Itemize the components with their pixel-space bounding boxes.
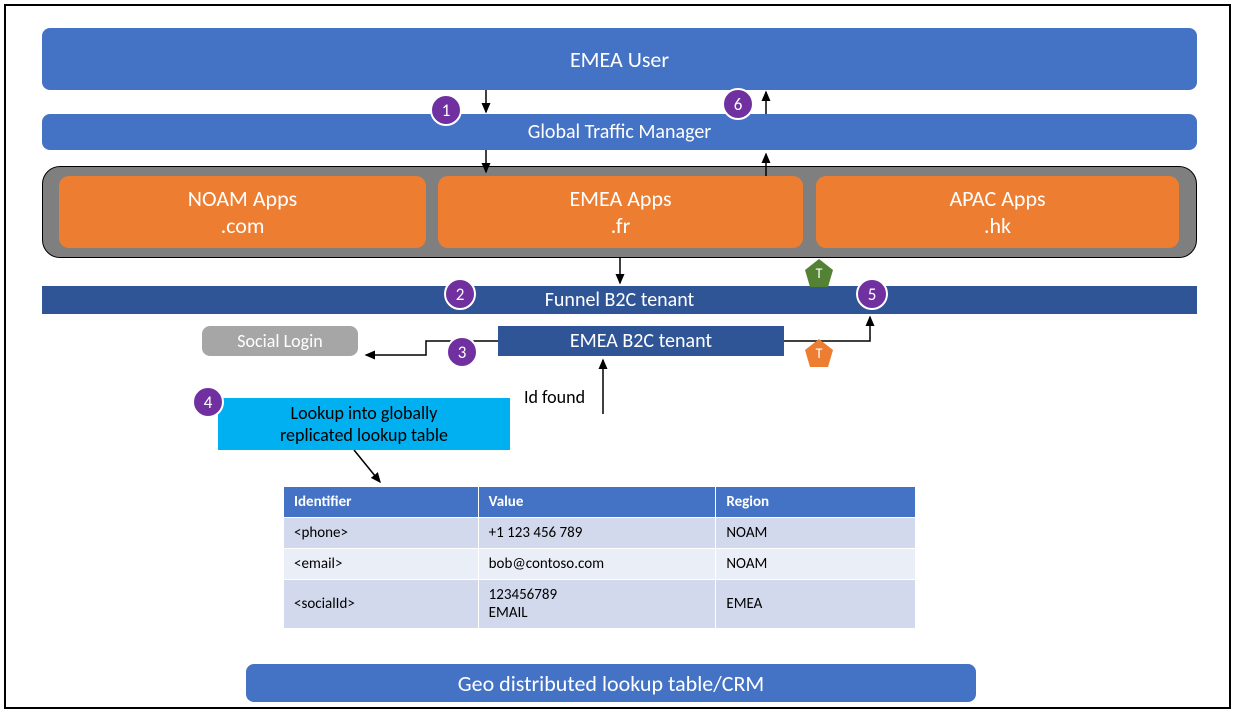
lookup-box-l2: replicated lookup table xyxy=(280,424,448,446)
th-value: Value xyxy=(478,487,716,518)
token-pentagon-orange: T xyxy=(804,338,834,368)
social-login-label: Social Login xyxy=(237,330,322,352)
token-pentagon-green: T xyxy=(804,258,834,288)
table-row: <socialId> 123456789 EMAIL EMEA xyxy=(284,580,916,629)
lookup-box: Lookup into globally replicated lookup t… xyxy=(218,398,510,450)
td-region: EMEA xyxy=(716,580,916,629)
diagram-frame: EMEA User Global Traffic Manager NOAM Ap… xyxy=(4,4,1231,709)
noam-apps-box: NOAM Apps .com xyxy=(59,176,426,248)
gtm-label: Global Traffic Manager xyxy=(528,120,712,144)
emea-tenant-box: EMEA B2C tenant xyxy=(498,326,784,356)
table-row: <phone> +1 123 456 789 NOAM xyxy=(284,518,916,549)
id-found-label: Id found xyxy=(524,386,585,408)
td-value: 123456789 EMAIL xyxy=(478,580,716,629)
noam-apps-l1: NOAM Apps xyxy=(188,185,297,212)
emea-apps-box: EMEA Apps .fr xyxy=(438,176,803,248)
td-value: +1 123 456 789 xyxy=(478,518,716,549)
token-green-label: T xyxy=(816,265,823,282)
table-header-row: Identifier Value Region xyxy=(284,487,916,518)
noam-apps-l2: .com xyxy=(221,212,265,239)
apac-apps-l1: APAC Apps xyxy=(949,185,1045,212)
td-region: NOAM xyxy=(716,549,916,580)
emea-apps-l1: EMEA Apps xyxy=(569,185,671,212)
step-2-badge: 2 xyxy=(444,278,476,310)
td-value: bob@contoso.com xyxy=(478,549,716,580)
funnel-tenant-bar: Funnel B2C tenant xyxy=(42,286,1197,314)
emea-user-bar: EMEA User xyxy=(42,28,1197,90)
lookup-box-l1: Lookup into globally xyxy=(291,402,438,424)
td-identifier: <phone> xyxy=(284,518,479,549)
geo-bar-label: Geo distributed lookup table/CRM xyxy=(458,670,764,697)
step-3-badge: 3 xyxy=(446,336,478,368)
emea-user-label: EMEA User xyxy=(570,46,669,73)
lookup-table: Identifier Value Region <phone> +1 123 4… xyxy=(283,486,916,629)
social-login-box: Social Login xyxy=(202,326,358,356)
td-region: NOAM xyxy=(716,518,916,549)
geo-bar: Geo distributed lookup table/CRM xyxy=(246,664,976,702)
td-identifier: <socialId> xyxy=(284,580,479,629)
step-4-badge: 4 xyxy=(192,386,224,418)
step-5-badge: 5 xyxy=(856,278,888,310)
gtm-bar: Global Traffic Manager xyxy=(42,114,1197,150)
th-region: Region xyxy=(716,487,916,518)
apac-apps-l2: .hk xyxy=(984,212,1011,239)
table-row: <email> bob@contoso.com NOAM xyxy=(284,549,916,580)
funnel-tenant-label: Funnel B2C tenant xyxy=(545,288,695,312)
token-orange-label: T xyxy=(816,345,823,362)
apac-apps-box: APAC Apps .hk xyxy=(816,176,1179,248)
td-identifier: <email> xyxy=(284,549,479,580)
step-6-badge: 6 xyxy=(722,88,754,120)
th-identifier: Identifier xyxy=(284,487,479,518)
emea-tenant-label: EMEA B2C tenant xyxy=(570,329,712,353)
step-1-badge: 1 xyxy=(430,94,462,126)
emea-apps-l2: .fr xyxy=(611,212,631,239)
